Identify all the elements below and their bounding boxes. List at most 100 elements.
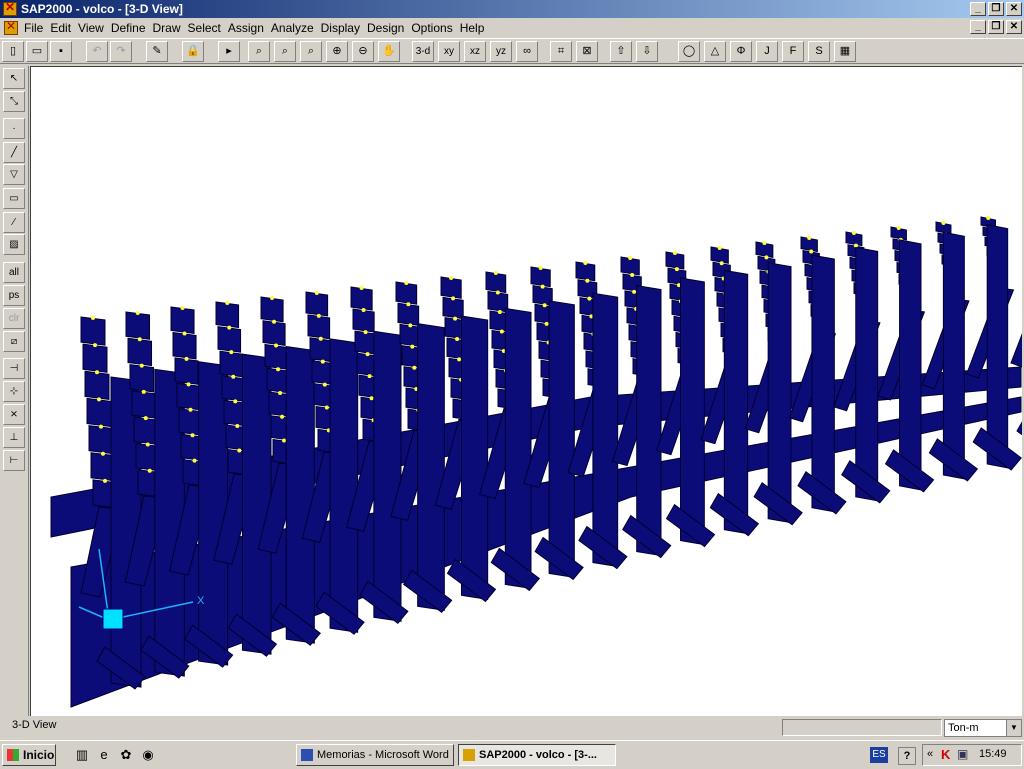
- joint-marker[interactable]: [324, 405, 329, 410]
- zoom-window-icon[interactable]: ⌕: [248, 41, 270, 62]
- column-segment[interactable]: [350, 286, 373, 311]
- column-segment[interactable]: [131, 390, 157, 419]
- front-column[interactable]: [198, 361, 229, 666]
- joint-marker[interactable]: [278, 390, 283, 395]
- view-xz-button[interactable]: xz: [464, 41, 486, 62]
- joint-marker[interactable]: [449, 276, 454, 280]
- joint-marker[interactable]: [941, 221, 946, 225]
- view-yz-button[interactable]: yz: [490, 41, 512, 62]
- column-segment[interactable]: [395, 281, 418, 305]
- draw-quick-frame-icon[interactable]: ▽: [3, 164, 25, 185]
- joint-marker[interactable]: [135, 311, 140, 315]
- joint-marker[interactable]: [457, 357, 462, 362]
- joint-marker[interactable]: [451, 296, 456, 301]
- joint-marker[interactable]: [630, 272, 635, 277]
- internet-explorer-icon[interactable]: e: [96, 747, 112, 763]
- joint-marker[interactable]: [186, 382, 191, 387]
- front-column[interactable]: [767, 262, 792, 524]
- joint-marker[interactable]: [540, 284, 545, 289]
- joint-marker[interactable]: [322, 382, 327, 387]
- joint-marker[interactable]: [497, 309, 502, 314]
- joint-marker[interactable]: [455, 337, 460, 342]
- joint-marker[interactable]: [93, 343, 97, 348]
- previous-selection-button[interactable]: ps: [3, 285, 25, 306]
- reshape-icon[interactable]: ⤡: [3, 91, 25, 112]
- help-button[interactable]: ?: [898, 747, 916, 765]
- column-segment[interactable]: [264, 343, 288, 370]
- stresses-button[interactable]: S: [808, 41, 830, 62]
- close-button[interactable]: ✕: [1006, 2, 1022, 16]
- joint-marker[interactable]: [233, 399, 238, 404]
- knee-brace[interactable]: [1016, 417, 1022, 459]
- joint-marker[interactable]: [97, 397, 101, 402]
- chevron-down-icon[interactable]: ▼: [1006, 720, 1021, 736]
- front-column[interactable]: [811, 254, 835, 513]
- zoom-restore-icon[interactable]: ⌕: [274, 41, 296, 62]
- column-segment[interactable]: [485, 271, 507, 294]
- show-undeformed-icon[interactable]: ◯: [678, 41, 700, 62]
- snap-lines-icon[interactable]: ⊢: [3, 450, 25, 471]
- viewport-3d[interactable]: X: [30, 66, 1022, 716]
- zoom-previous-icon[interactable]: ⌕: [300, 41, 322, 62]
- column-segment[interactable]: [129, 364, 155, 393]
- perspective-toggle-icon[interactable]: ∞: [516, 41, 538, 62]
- menu-help[interactable]: Help: [460, 21, 492, 35]
- column-segment[interactable]: [354, 330, 377, 355]
- save-icon[interactable]: ▪: [50, 41, 72, 62]
- joint-marker[interactable]: [719, 261, 724, 266]
- column-segment[interactable]: [127, 337, 153, 367]
- front-column[interactable]: [855, 246, 879, 502]
- column-segment[interactable]: [305, 291, 329, 317]
- new-file-icon[interactable]: ▯: [2, 41, 24, 62]
- joint-marker[interactable]: [188, 407, 193, 412]
- joint-marker[interactable]: [367, 374, 372, 379]
- column-segment[interactable]: [262, 320, 286, 347]
- menu-design[interactable]: Design: [367, 21, 411, 35]
- pan-hand-icon[interactable]: ✋: [378, 41, 400, 62]
- column-segment[interactable]: [307, 314, 331, 340]
- front-column[interactable]: [504, 307, 532, 590]
- joint-marker[interactable]: [180, 306, 185, 310]
- joint-marker[interactable]: [404, 281, 409, 285]
- column-segment[interactable]: [215, 301, 240, 329]
- joint-marker[interactable]: [101, 451, 105, 456]
- column-segment[interactable]: [170, 306, 195, 335]
- column-segment[interactable]: [176, 382, 201, 411]
- joint-marker[interactable]: [139, 363, 144, 368]
- column-segment[interactable]: [309, 337, 333, 363]
- menu-view[interactable]: View: [78, 21, 111, 35]
- select-all-button[interactable]: all: [3, 262, 25, 283]
- joint-marker[interactable]: [103, 478, 107, 483]
- column-segment[interactable]: [84, 370, 110, 400]
- draw-quick-area-icon[interactable]: ▨: [3, 234, 25, 255]
- joint-marker[interactable]: [359, 286, 364, 290]
- joint-marker[interactable]: [99, 424, 103, 429]
- joint-marker[interactable]: [145, 442, 150, 447]
- run-analysis-icon[interactable]: ▸: [218, 41, 240, 62]
- edit-pencil-icon[interactable]: ✎: [146, 41, 168, 62]
- joint-marker[interactable]: [896, 226, 901, 230]
- joint-marker[interactable]: [406, 302, 411, 307]
- joint-marker[interactable]: [316, 313, 321, 318]
- redo-icon[interactable]: ↷: [110, 41, 132, 62]
- joint-marker[interactable]: [182, 331, 187, 336]
- sap2000-app-icon[interactable]: [3, 0, 17, 16]
- joint-marker[interactable]: [762, 241, 767, 245]
- joint-marker[interactable]: [143, 416, 148, 421]
- joint-reactions-button[interactable]: J: [756, 41, 778, 62]
- set-elements-icon[interactable]: ⌗: [550, 41, 572, 62]
- column-segment[interactable]: [442, 296, 464, 320]
- joint-marker[interactable]: [282, 438, 287, 443]
- task-word[interactable]: Memorias - Microsoft Word: [296, 744, 454, 766]
- language-indicator[interactable]: ES: [870, 747, 888, 763]
- units-dropdown[interactable]: Ton-m ▼: [944, 719, 1022, 737]
- open-folder-icon[interactable]: ▭: [26, 41, 48, 62]
- lock-icon[interactable]: 🔒: [182, 41, 204, 62]
- joint-marker[interactable]: [237, 448, 242, 453]
- start-button[interactable]: Inicio: [2, 744, 56, 766]
- mdi-close-button[interactable]: ✕: [1006, 20, 1022, 34]
- front-column[interactable]: [241, 353, 272, 655]
- messenger-icon[interactable]: ✿: [118, 747, 134, 763]
- column-segment[interactable]: [133, 416, 159, 446]
- joint-marker[interactable]: [408, 323, 413, 328]
